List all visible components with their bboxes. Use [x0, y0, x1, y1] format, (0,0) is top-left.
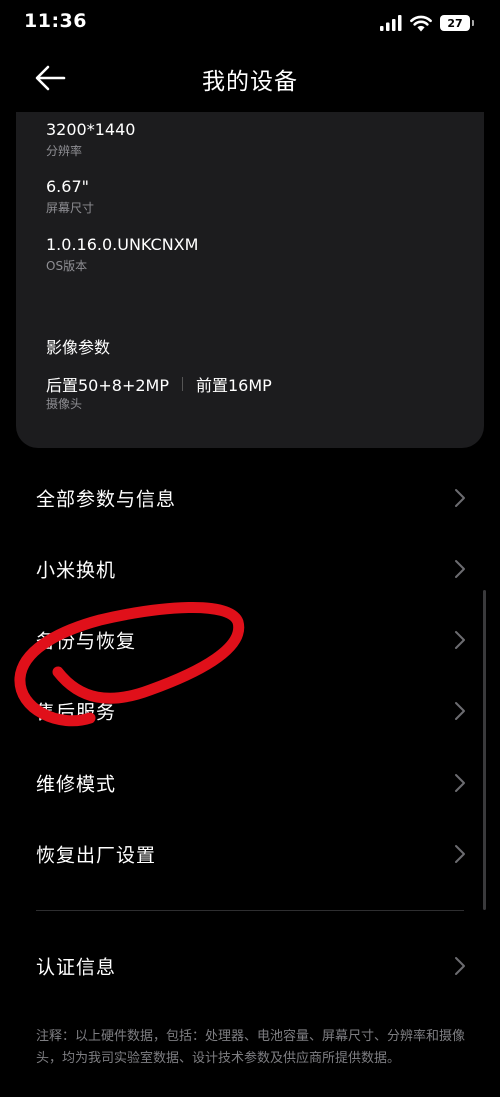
spec-os-version: 1.0.16.0.UNKCNXM OS版本	[46, 235, 198, 274]
chevron-right-icon	[455, 774, 465, 792]
menu-item-backup-restore[interactable]: 备份与恢复	[0, 608, 500, 672]
chevron-right-icon	[455, 845, 465, 863]
status-icons: 27	[380, 13, 474, 33]
camera-row: 后置50+8+2MP 前置16MP	[46, 372, 272, 396]
spec-label: 屏幕尺寸	[46, 201, 95, 215]
camera-section-title: 影像参数	[46, 338, 111, 357]
signal-icon	[380, 15, 402, 31]
spec-card: 3200*1440 分辨率 6.67" 屏幕尺寸 1.0.16.0.UNKCNX…	[16, 112, 484, 448]
camera-rear: 后置50+8+2MP	[46, 376, 169, 395]
page-title: 我的设备	[202, 69, 298, 95]
status-bar: 11:36 27	[0, 0, 500, 46]
chevron-right-icon	[455, 631, 465, 649]
menu-item-label: 小米换机	[36, 559, 117, 582]
menu-item-factory-reset[interactable]: 恢复出厂设置	[0, 822, 500, 886]
camera-front: 前置16MP	[196, 376, 272, 395]
wifi-icon	[410, 15, 432, 31]
header: 我的设备	[0, 50, 500, 106]
menu-item-after-sales[interactable]: 售后服务	[0, 679, 500, 743]
status-time: 11:36	[24, 10, 87, 32]
spec-label: OS版本	[46, 259, 88, 273]
menu-item-label: 备份与恢复	[36, 630, 137, 653]
menu-item-mi-mover[interactable]: 小米换机	[0, 537, 500, 601]
camera-label: 摄像头	[46, 397, 83, 411]
menu-item-all-params[interactable]: 全部参数与信息	[0, 466, 500, 530]
spec-value: 3200*1440	[46, 120, 136, 139]
spec-value: 1.0.16.0.UNKCNXM	[46, 235, 199, 254]
menu-item-label: 维修模式	[36, 773, 117, 796]
chevron-right-icon	[455, 702, 465, 720]
chevron-right-icon	[455, 957, 465, 975]
menu-item-certification[interactable]: 认证信息	[0, 934, 500, 998]
divider	[36, 910, 464, 911]
menu-item-label: 恢复出厂设置	[36, 844, 157, 867]
battery-level: 27	[447, 16, 463, 30]
camera-separator	[182, 377, 183, 391]
spec-value: 6.67"	[46, 177, 89, 196]
spec-label: 分辨率	[46, 144, 83, 158]
battery-icon: 27	[440, 15, 474, 31]
footer-note: 注释：以上硬件数据，包括：处理器、电池容量、屏幕尺寸、分辨率和摄像头，均为我司实…	[36, 1029, 466, 1066]
menu-item-label: 认证信息	[36, 956, 117, 979]
chevron-right-icon	[455, 560, 465, 578]
spec-resolution: 3200*1440 分辨率	[46, 120, 135, 159]
scrollbar[interactable]	[483, 590, 486, 910]
chevron-right-icon	[455, 489, 465, 507]
spec-screen-size: 6.67" 屏幕尺寸	[46, 177, 94, 216]
menu-item-label: 售后服务	[36, 701, 117, 724]
menu-item-label: 全部参数与信息	[36, 488, 177, 511]
menu-item-repair-mode[interactable]: 维修模式	[0, 751, 500, 815]
